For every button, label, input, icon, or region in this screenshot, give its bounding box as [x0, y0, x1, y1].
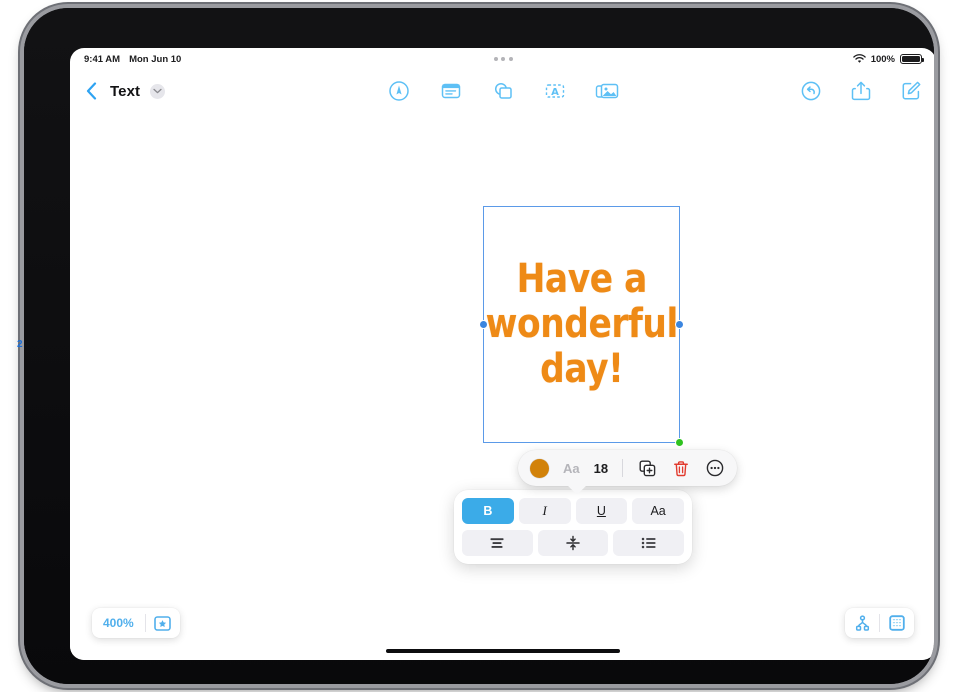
format-row-style: B I U Aa	[462, 498, 684, 524]
page-title[interactable]: Text	[110, 83, 140, 100]
battery-full-icon	[900, 54, 924, 64]
selection-context-toolbar: Aa 18	[518, 450, 738, 486]
font-label[interactable]: Aa	[563, 461, 580, 476]
status-bar: 9:41 AM Mon Jun 10 100%	[70, 48, 934, 70]
format-row-paragraph	[462, 530, 685, 556]
compose-button[interactable]	[898, 78, 924, 104]
more-ellipsis-circle-icon[interactable]	[705, 458, 725, 478]
font-style-button[interactable]: Aa	[632, 498, 684, 524]
line-spacing-button[interactable]	[537, 530, 609, 556]
status-bar-left: 9:41 AM Mon Jun 10	[84, 54, 181, 65]
underline-button[interactable]: U	[575, 498, 628, 524]
bullet-list-button[interactable]	[613, 530, 685, 556]
shapes-tool[interactable]	[490, 78, 516, 104]
resize-handle-left[interactable]	[480, 321, 487, 328]
duplicate-icon[interactable]	[637, 458, 657, 478]
undo-button[interactable]	[798, 78, 824, 104]
font-size-value[interactable]: 18	[594, 461, 608, 476]
nav-right-tools	[798, 78, 924, 104]
device-bezel: 9:41 AM Mon Jun 10 100% Text A Have a wo…	[24, 8, 934, 684]
align-center-button[interactable]	[462, 530, 533, 556]
nav-left-group: Text	[82, 80, 166, 102]
chevron-down-icon[interactable]	[150, 83, 166, 99]
zoom-level-value[interactable]: 400%	[92, 616, 145, 630]
status-bar-right: 100%	[852, 53, 924, 65]
selected-text-box[interactable]: Have a wonderful day!	[480, 206, 683, 446]
bullet-list-icon	[641, 537, 656, 549]
star-in-box-icon[interactable]	[146, 608, 180, 638]
document-canvas[interactable]: Have a wonderful day! Aa 18 B I U Aa 400…	[70, 112, 934, 660]
text-box-tool[interactable]: A	[542, 78, 568, 104]
context-divider	[622, 459, 624, 477]
bold-button[interactable]: B	[462, 498, 514, 524]
view-options-pill	[845, 608, 914, 638]
format-tool[interactable]	[438, 78, 464, 104]
annotation-marker-2: 2	[17, 339, 23, 350]
text-format-panel: B I U Aa	[454, 490, 692, 564]
node-hierarchy-icon[interactable]	[845, 608, 879, 638]
navigation-toolbar: Text A	[70, 70, 934, 112]
multitasking-dots-icon[interactable]	[493, 57, 513, 61]
canvas-grid-icon[interactable]	[880, 608, 914, 638]
media-tool[interactable]	[594, 78, 620, 104]
home-indicator[interactable]	[386, 649, 620, 653]
status-bar-center	[70, 57, 934, 61]
vertical-align-icon	[566, 535, 580, 551]
resize-handle-right[interactable]	[676, 321, 683, 328]
status-date: Mon Jun 10	[129, 53, 182, 65]
ipad-screen: 9:41 AM Mon Jun 10 100% Text A Have a wo…	[70, 48, 934, 660]
align-center-icon	[490, 538, 504, 548]
text-box-content[interactable]: Have a wonderful day!	[485, 257, 678, 392]
back-chevron-icon[interactable]	[82, 80, 100, 102]
text-color-swatch[interactable]	[530, 458, 549, 478]
svg-text:A: A	[551, 87, 559, 98]
italic-button[interactable]: I	[518, 498, 571, 524]
trash-icon[interactable]	[671, 458, 691, 478]
draw-tool[interactable]	[386, 78, 412, 104]
resize-handle-bottom-right[interactable]	[676, 439, 683, 446]
ipad-device-frame: 9:41 AM Mon Jun 10 100% Text A Have a wo…	[24, 8, 934, 684]
wifi-icon	[852, 54, 866, 64]
share-button[interactable]	[848, 78, 874, 104]
status-time: 9:41 AM	[84, 53, 121, 65]
battery-percent-label: 100%	[870, 53, 895, 65]
zoom-control-pill: 400%	[92, 608, 180, 638]
